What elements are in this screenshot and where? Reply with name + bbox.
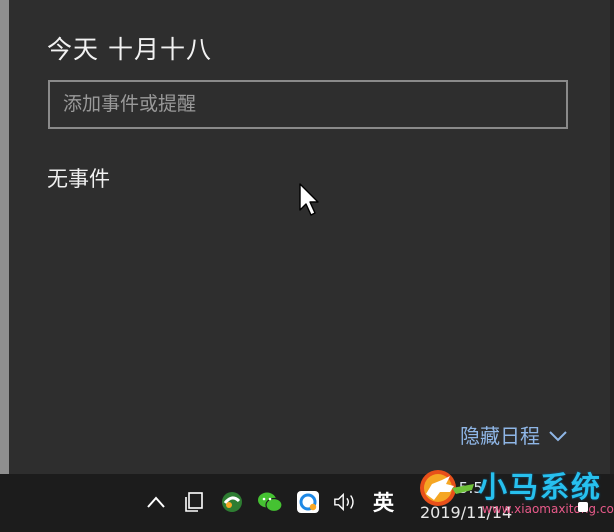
wechat-icon[interactable]	[257, 489, 283, 515]
task-view-icon[interactable]	[181, 489, 207, 515]
no-events-text: 无事件	[47, 167, 110, 191]
system-tray: 英	[143, 487, 394, 517]
volume-icon[interactable]	[333, 489, 359, 515]
watermark-title: 小马系统	[478, 470, 603, 504]
watermark-url: www.xiaomaxitong.com	[482, 502, 614, 516]
horse-logo-icon	[416, 466, 476, 518]
input-method-indicator[interactable]: 英	[373, 487, 394, 517]
chevron-up-icon[interactable]	[143, 489, 169, 515]
screen-edge	[610, 0, 614, 474]
app-icon[interactable]	[219, 489, 245, 515]
app-icon[interactable]	[295, 489, 321, 515]
date-title: 今天 十月十八	[47, 35, 212, 64]
desktop-edge	[0, 0, 9, 474]
mouse-pointer-icon	[298, 183, 320, 221]
hide-agenda-button[interactable]: 隐藏日程	[460, 420, 568, 449]
hide-agenda-label: 隐藏日程	[460, 424, 540, 448]
watermark: 小马系统 www.xiaomaxitong.com	[416, 464, 614, 524]
notification-icon[interactable]	[578, 502, 588, 512]
add-event-input[interactable]: 添加事件或提醒	[48, 80, 568, 129]
calendar-flyout: 今天 十月十八 添加事件或提醒 无事件 隐藏日程	[9, 0, 610, 474]
chevron-down-icon	[548, 423, 568, 447]
